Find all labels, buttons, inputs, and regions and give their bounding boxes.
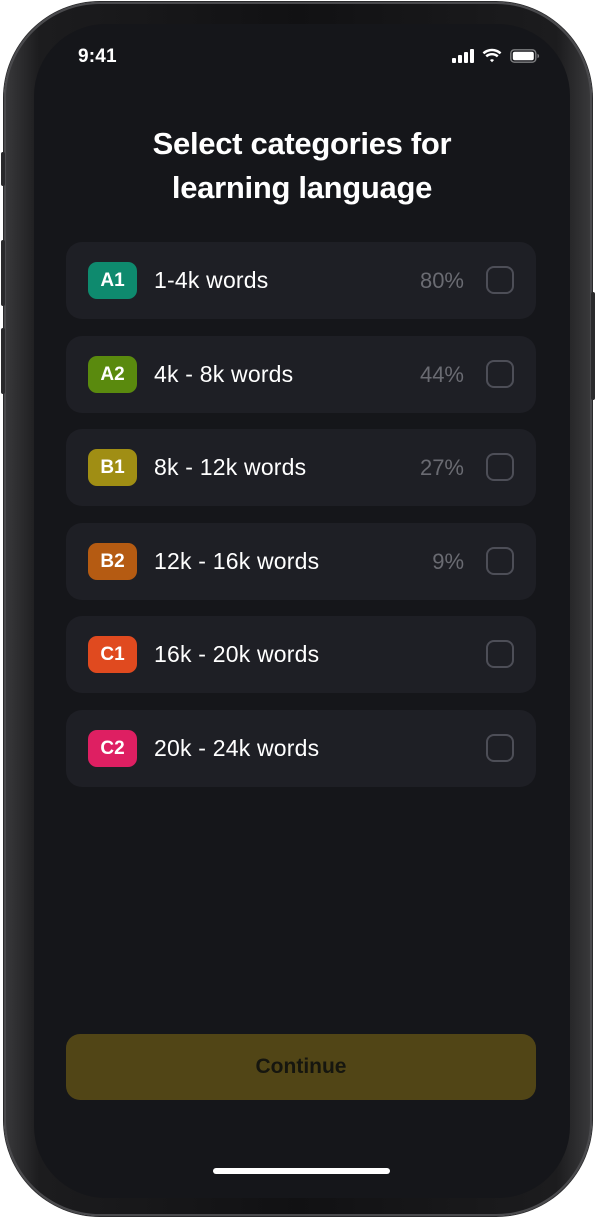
cellular-signal-icon	[452, 48, 474, 63]
level-badge: C1	[88, 636, 137, 673]
category-progress: 27%	[419, 455, 464, 480]
category-row-c1[interactable]: C1 16k - 20k words	[66, 616, 536, 693]
category-progress: 80%	[419, 268, 464, 293]
app-screen: 9:41 Select categories for learning lang…	[34, 24, 570, 1198]
action-button	[1, 152, 5, 186]
page-title: Select categories for learning language	[34, 122, 570, 210]
home-indicator[interactable]	[213, 1168, 390, 1174]
category-progress: 44%	[419, 361, 464, 387]
page-title-line-2: learning language	[171, 170, 433, 205]
category-checkbox[interactable]	[486, 266, 514, 294]
category-row-b2[interactable]: B2 12k - 16k words 9%	[66, 522, 536, 600]
battery-icon	[510, 48, 540, 63]
category-row-b1[interactable]: B1 8k - 12k words 27%	[66, 429, 536, 506]
status-time: 9:41	[78, 46, 117, 67]
level-badge: A2	[88, 355, 137, 393]
level-badge: B2	[88, 542, 137, 580]
category-progress: 9%	[432, 548, 464, 574]
category-checkbox[interactable]	[486, 453, 514, 481]
category-checkbox[interactable]	[486, 546, 514, 575]
category-label: 8k - 12k words	[154, 454, 307, 480]
category-label: 1-4k words	[154, 267, 269, 293]
category-checkbox[interactable]	[486, 733, 514, 762]
category-label: 12k - 16k words	[154, 547, 320, 574]
level-badge: A1	[88, 262, 137, 299]
continue-button[interactable]: Continue	[66, 1034, 536, 1100]
page-title-line-1: Select categories for	[152, 126, 452, 161]
phone-frame: 9:41 Select categories for learning lang…	[1, 2, 595, 1216]
category-checkbox[interactable]	[486, 640, 514, 668]
category-row-c2[interactable]: C2 20k - 24k words	[66, 709, 536, 787]
volume-up-button	[1, 240, 5, 306]
category-row-a1[interactable]: A1 1-4k words 80%	[66, 242, 536, 319]
category-checkbox[interactable]	[486, 359, 514, 388]
status-bar: 9:41	[34, 24, 570, 94]
category-row-a2[interactable]: A2 4k - 8k words 44%	[66, 335, 536, 413]
level-badge: C2	[88, 729, 137, 767]
wifi-icon	[482, 48, 502, 63]
power-button	[591, 292, 595, 400]
category-label: 4k - 8k words	[154, 360, 294, 387]
category-label: 16k - 20k words	[154, 641, 320, 667]
status-icons	[452, 48, 540, 63]
level-badge: B1	[88, 449, 137, 486]
category-list: A1 1-4k words 80% A2 4k - 8k words 44% B…	[66, 242, 536, 803]
category-label: 20k - 24k words	[154, 734, 320, 761]
volume-down-button	[1, 328, 5, 394]
